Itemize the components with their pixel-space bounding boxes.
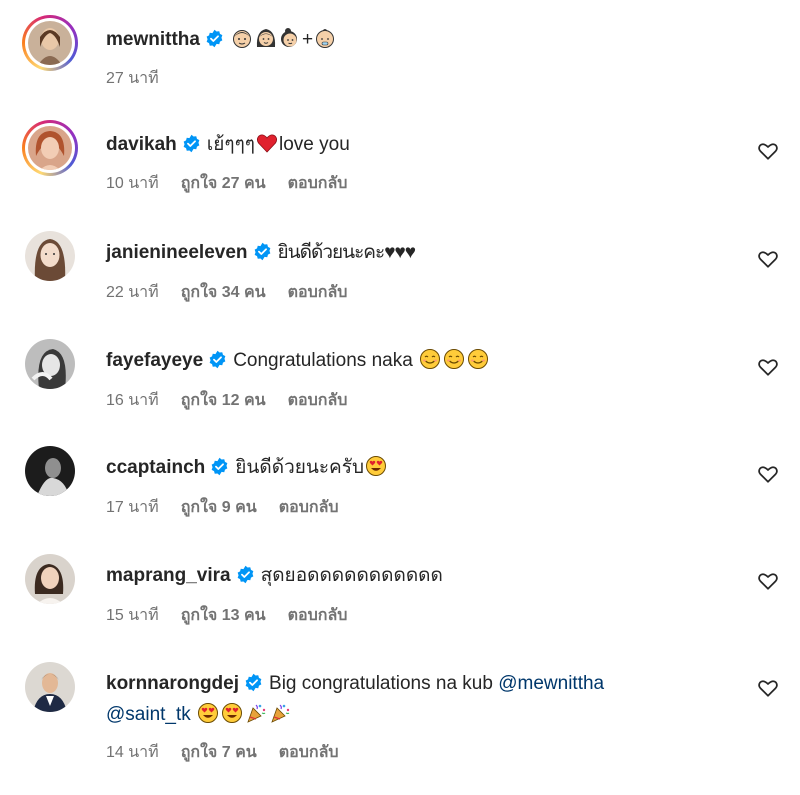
heart-eyes-emoji (365, 455, 387, 477)
timestamp: 14 นาที (106, 744, 159, 761)
avatar[interactable] (22, 551, 78, 607)
comment-line: fayefayeye Congratulations naka (106, 348, 490, 374)
avatar-image (25, 662, 75, 712)
comment-item: fayefayeye Congratulations naka 16 นาที ถู… (0, 336, 800, 416)
smiling-face-emoji (419, 348, 441, 370)
comment-item: davikah เย้ๆๆๆ love you 10 นาที ถูกใจ 27 คน… (0, 120, 800, 200)
comment-text: ยินดีด้วยนะคะ♥♥♥ (277, 242, 417, 263)
smiling-face-emoji (467, 348, 489, 370)
comment-text: สุดยอดดดดดดดดดดด (260, 565, 443, 586)
smiling-face-emoji (443, 348, 465, 370)
verified-badge-icon (244, 673, 263, 692)
comment-meta: 27 นาที (106, 66, 159, 91)
username[interactable]: davikah (106, 134, 177, 155)
like-count[interactable]: ถูกใจ 7 คน (181, 744, 257, 761)
comment-meta: 17 นาที ถูกใจ 9 คน ตอบกลับ (106, 495, 339, 520)
avatar[interactable] (22, 443, 78, 499)
comment-item: janienineeleven ยินดีด้วยนะคะ♥♥♥ 22 นาที ถ… (0, 228, 800, 308)
avatar[interactable] (22, 15, 78, 71)
comment-line: janienineeleven ยินดีด้วยนะคะ♥♥♥ (106, 240, 417, 266)
comment-text: ยินดีด้วยนะครับ (235, 457, 365, 478)
timestamp: 10 นาที (106, 175, 159, 192)
username[interactable]: fayefayeye (106, 350, 203, 371)
like-heart-icon[interactable] (757, 570, 779, 592)
reply-button[interactable]: ตอบกลับ (288, 175, 348, 192)
reply-button[interactable]: ตอบกลับ (288, 284, 348, 301)
man-face-emoji (231, 27, 253, 49)
reply-button[interactable]: ตอบกลับ (279, 499, 339, 516)
comment-meta: 14 นาที ถูกใจ 7 คน ตอบกลับ (106, 740, 339, 765)
timestamp: 16 นาที (106, 392, 159, 409)
red-heart-emoji (256, 132, 278, 154)
comment-text: Big congratulations na kub (269, 673, 493, 694)
avatar[interactable] (22, 120, 78, 176)
comment-text: + (301, 29, 314, 50)
avatar[interactable] (22, 659, 78, 715)
mention-link[interactable]: @saint_tk (106, 704, 191, 725)
mention-link[interactable]: @mewnittha (498, 673, 604, 694)
avatar[interactable] (22, 228, 78, 284)
username[interactable]: maprang_vira (106, 565, 231, 586)
timestamp: 15 นาที (106, 607, 159, 624)
username[interactable]: kornnarongdej (106, 673, 239, 694)
avatar-image (28, 21, 72, 65)
comment-text-after: love you (279, 134, 350, 155)
like-count[interactable]: ถูกใจ 34 คน (181, 284, 266, 301)
woman-with-bun-emoji (279, 27, 301, 49)
timestamp: 17 นาที (106, 499, 159, 516)
like-heart-icon[interactable] (757, 140, 779, 162)
comment-text: เย้ๆๆๆ (206, 134, 256, 155)
like-count[interactable]: ถูกใจ 27 คน (181, 175, 266, 192)
like-heart-icon[interactable] (757, 356, 779, 378)
comment-item: mewnittha + 27 นาที (0, 15, 800, 95)
comment-line-2: @saint_tk (106, 702, 292, 728)
timestamp: 27 นาที (106, 70, 159, 87)
verified-badge-icon (253, 242, 272, 261)
like-count[interactable]: ถูกใจ 13 คน (181, 607, 266, 624)
like-heart-icon[interactable] (757, 248, 779, 270)
party-popper-emoji (245, 702, 267, 724)
avatar-image (25, 231, 75, 281)
avatar-image (25, 339, 75, 389)
party-popper-emoji (269, 702, 291, 724)
comment-line: ccaptainch ยินดีด้วยนะครับ (106, 455, 388, 481)
verified-badge-icon (210, 457, 229, 476)
reply-button[interactable]: ตอบกลับ (279, 744, 339, 761)
like-heart-icon[interactable] (757, 463, 779, 485)
comment-line: davikah เย้ๆๆๆ love you (106, 132, 350, 158)
verified-badge-icon (205, 29, 224, 48)
comment-meta: 10 นาที ถูกใจ 27 คน ตอบกลับ (106, 171, 347, 196)
comment-meta: 16 นาที ถูกใจ 12 คน ตอบกลับ (106, 388, 347, 413)
reply-button[interactable]: ตอบกลับ (288, 392, 348, 409)
like-count[interactable]: ถูกใจ 9 คน (181, 499, 257, 516)
comment-line: maprang_vira สุดยอดดดดดดดดดดด (106, 563, 443, 589)
comment-line: kornnarongdej Big congratulations na kub … (106, 671, 604, 697)
avatar[interactable] (22, 336, 78, 392)
avatar-image (25, 446, 75, 496)
timestamp: 22 นาที (106, 284, 159, 301)
heart-eyes-emoji (197, 702, 219, 724)
avatar-image (25, 554, 75, 604)
username[interactable]: janienineeleven (106, 242, 248, 263)
comment-text: Congratulations naka (233, 350, 413, 371)
verified-badge-icon (208, 350, 227, 369)
comment-item: ccaptainch ยินดีด้วยนะครับ 17 นาที ถูกใจ 9… (0, 443, 800, 523)
like-heart-icon[interactable] (757, 677, 779, 699)
comment-item: kornnarongdej Big congratulations na kub … (0, 659, 800, 779)
comment-line: mewnittha + (106, 27, 337, 53)
baby-emoji (314, 27, 336, 49)
reply-button[interactable]: ตอบกลับ (288, 607, 348, 624)
verified-badge-icon (236, 565, 255, 584)
comment-meta: 22 นาที ถูกใจ 34 คน ตอบกลับ (106, 280, 347, 305)
verified-badge-icon (182, 134, 201, 153)
comment-item: maprang_vira สุดยอดดดดดดดดดดด 15 นาที ถูกใ… (0, 551, 800, 631)
comments-list: mewnittha + 27 นาที davikah เย้ๆๆๆ love you… (0, 0, 800, 795)
woman-face-emoji (255, 27, 277, 49)
avatar-image (28, 126, 72, 170)
username[interactable]: mewnittha (106, 29, 200, 50)
like-count[interactable]: ถูกใจ 12 คน (181, 392, 266, 409)
heart-eyes-emoji (221, 702, 243, 724)
comment-meta: 15 นาที ถูกใจ 13 คน ตอบกลับ (106, 603, 347, 628)
username[interactable]: ccaptainch (106, 457, 205, 478)
